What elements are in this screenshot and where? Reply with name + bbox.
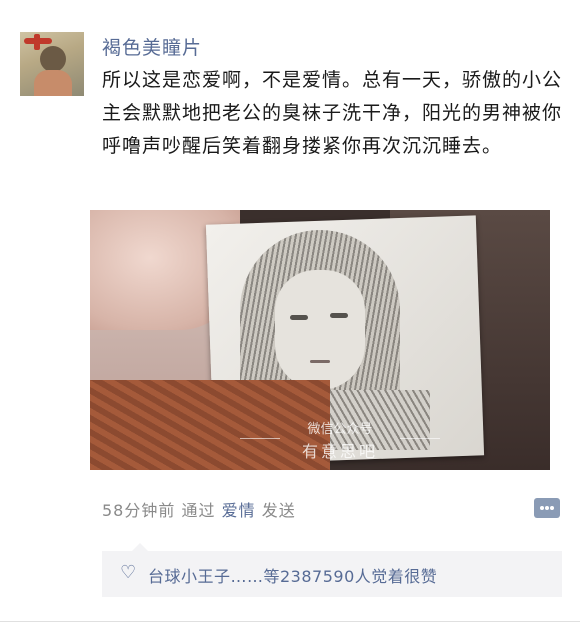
image-sketch-eye-left	[290, 315, 308, 320]
divider	[0, 621, 580, 622]
image-watermark-line1: 微信公众号	[307, 422, 373, 437]
user-avatar[interactable]	[20, 32, 84, 96]
image-sketch-mouth	[310, 360, 330, 363]
comment-dot-3	[550, 506, 554, 510]
likes-panel: ♡ 台球小王子……等2387590人觉着很赞	[102, 543, 562, 597]
watermark-divider-left	[240, 438, 280, 439]
image-sketch-face	[275, 270, 365, 390]
comment-dot-2	[545, 506, 549, 510]
likes-text[interactable]: 台球小王子……等2387590人觉着很赞	[148, 563, 437, 587]
via-prefix: 通过	[181, 501, 216, 520]
post-text: 所以这是恋爱啊，不是爱情。总有一天，骄傲的小公主会默默地把老公的臭袜子洗干净，阳…	[102, 69, 563, 157]
comment-dots-icon[interactable]	[534, 498, 560, 518]
avatar-head-shape	[40, 46, 66, 72]
via-tag-link[interactable]: 爱情	[222, 501, 256, 520]
avatar-body-shape	[34, 70, 72, 96]
image-sketch-eye-right	[330, 313, 348, 318]
post-image[interactable]: 微信公众号 有意思吧	[90, 210, 550, 470]
watermark-divider-right	[400, 438, 440, 439]
post-meta: 58分钟前 通过 爱情 发送	[102, 497, 296, 521]
comment-dot-1	[540, 506, 544, 510]
via-suffix: 发送	[261, 501, 296, 520]
likes-panel-arrow	[132, 543, 148, 551]
avatar-plane-wing	[34, 34, 40, 50]
post-time: 58分钟前	[102, 501, 176, 520]
heart-outline-icon: ♡	[120, 562, 137, 583]
user-name-link[interactable]: 褐色美瞳片	[102, 33, 202, 60]
image-watermark-line2: 有意思吧	[301, 442, 378, 461]
